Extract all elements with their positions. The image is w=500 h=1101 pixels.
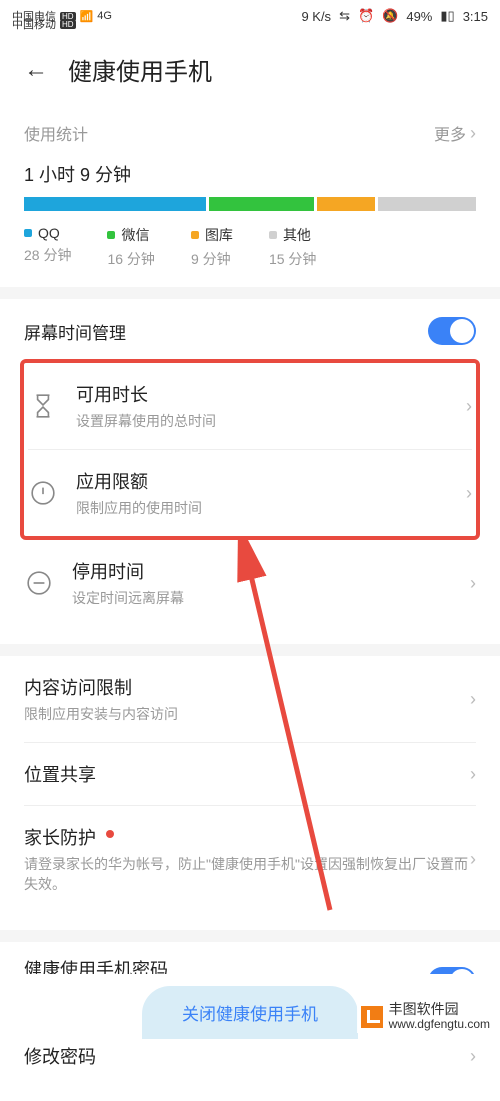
net-type: 4G	[97, 10, 112, 22]
row-sub: 限制应用的使用时间	[76, 498, 466, 518]
watermark-url: www.dgfengtu.com	[389, 1018, 490, 1031]
usage-section: 使用统计 更多 › 1 小时 9 分钟 QQ 28 分钟 微信 16 分钟 图库…	[0, 115, 500, 287]
row-sub: 设定时间远离屏幕	[72, 588, 470, 608]
page-header: ← 健康使用手机	[0, 32, 500, 115]
legend-time: 16 分钟	[107, 249, 154, 269]
row-title: 位置共享	[24, 761, 470, 787]
chevron-right-icon: ›	[470, 764, 476, 785]
battery-pct: 49%	[406, 9, 432, 24]
row-title: 可用时长	[76, 381, 466, 407]
usage-legend: QQ 28 分钟 微信 16 分钟 图库 9 分钟 其他 15 分钟	[24, 225, 476, 269]
legend-name: 微信	[121, 225, 149, 245]
chevron-right-icon: ›	[470, 689, 476, 710]
chevron-right-icon: ›	[470, 849, 476, 870]
screen-time-title: 屏幕时间管理	[24, 319, 126, 344]
back-icon[interactable]: ←	[24, 56, 48, 84]
restrictions-section: 内容访问限制 限制应用安装与内容访问 › 位置共享 › 家长防护 请登录家长的华…	[0, 656, 500, 930]
chevron-right-icon: ›	[470, 1046, 476, 1067]
watermark-logo-icon	[361, 1006, 383, 1028]
location-share-row[interactable]: 位置共享 ›	[24, 742, 476, 805]
app-limit-row[interactable]: 应用限额 限制应用的使用时间 ›	[28, 449, 472, 536]
legend-dot-wechat	[107, 231, 115, 239]
chevron-right-icon: ›	[470, 573, 476, 594]
page-title: 健康使用手机	[68, 52, 212, 87]
legend-name: 其他	[283, 225, 311, 245]
chevron-right-icon: ›	[470, 123, 476, 144]
usage-seg-wechat	[209, 197, 313, 211]
legend-dot-other	[269, 231, 277, 239]
usage-seg-gallery	[317, 197, 376, 211]
alarm-icon: ⏰	[358, 8, 374, 24]
row-sub: 设置屏幕使用的总时间	[76, 411, 466, 431]
status-bar: 中国电信 HD 📶 4G 中国移动 HD 9 K/s ⇆ ⏰ 🔕 49% ▮▯ …	[0, 0, 500, 32]
usage-total: 1 小时 9 分钟	[24, 161, 476, 187]
legend-name: QQ	[38, 225, 60, 241]
watermark: 丰图软件园 www.dgfengtu.com	[357, 1000, 494, 1033]
minus-circle-icon	[24, 568, 54, 598]
mute-icon: 🔕	[382, 8, 398, 24]
legend-gallery: 图库 9 分钟	[191, 225, 233, 269]
legend-time: 28 分钟	[24, 245, 71, 265]
row-title: 停用时间	[72, 558, 470, 584]
usage-seg-other	[378, 197, 476, 211]
parent-protect-row[interactable]: 家长防护 请登录家长的华为帐号，防止"健康使用手机"设置因强制恢复出厂设置而失效…	[24, 805, 476, 912]
more-link[interactable]: 更多 ›	[434, 121, 476, 145]
available-time-row[interactable]: 可用时长 设置屏幕使用的总时间 ›	[28, 363, 472, 449]
badge-dot-icon	[106, 830, 114, 838]
more-label: 更多	[434, 121, 466, 145]
legend-dot-qq	[24, 229, 32, 237]
usage-seg-qq	[24, 197, 206, 211]
chevron-right-icon: ›	[466, 396, 472, 417]
row-title: 应用限额	[76, 468, 466, 494]
usage-bar-chart	[24, 197, 476, 211]
row-title: 修改密码	[24, 1043, 470, 1069]
watermark-title: 丰图软件园	[389, 1002, 490, 1017]
legend-other: 其他 15 分钟	[269, 225, 316, 269]
net-speed: 9 K/s	[301, 9, 331, 24]
legend-time: 15 分钟	[269, 249, 316, 269]
legend-dot-gallery	[191, 231, 199, 239]
highlight-annotation: 可用时长 设置屏幕使用的总时间 › 应用限额 限制应用的使用时间 ›	[20, 359, 480, 540]
close-feature-button[interactable]: 关闭健康使用手机	[142, 986, 358, 1039]
row-sub: 请登录家长的华为帐号，防止"健康使用手机"设置因强制恢复出厂设置而失效。	[24, 854, 470, 894]
legend-time: 9 分钟	[191, 249, 233, 269]
chevron-right-icon: ›	[466, 483, 472, 504]
hourglass-icon	[28, 391, 58, 421]
carrier-2: 中国移动	[12, 16, 56, 32]
row-title: 家长防护	[24, 828, 96, 848]
legend-wechat: 微信 16 分钟	[107, 225, 154, 269]
usage-label: 使用统计	[24, 121, 88, 145]
screen-time-toggle[interactable]	[428, 317, 476, 345]
hotspot-icon: ⇆	[339, 8, 350, 24]
row-title: 内容访问限制	[24, 674, 470, 700]
signal-icon: 📶	[80, 10, 94, 23]
screen-time-section: 屏幕时间管理 可用时长 设置屏幕使用的总时间 › 应用限额 限制应用的使用时间 …	[0, 299, 500, 644]
exclaim-circle-icon	[28, 478, 58, 508]
legend-qq: QQ 28 分钟	[24, 225, 71, 269]
hd-badge-2: HD	[60, 20, 76, 29]
battery-icon: ▮▯	[440, 8, 454, 24]
row-sub: 限制应用安装与内容访问	[24, 704, 470, 724]
downtime-row[interactable]: 停用时间 设定时间远离屏幕 ›	[24, 554, 476, 626]
clock: 3:15	[463, 9, 488, 24]
content-access-row[interactable]: 内容访问限制 限制应用安装与内容访问 ›	[24, 674, 476, 742]
legend-name: 图库	[205, 225, 233, 245]
